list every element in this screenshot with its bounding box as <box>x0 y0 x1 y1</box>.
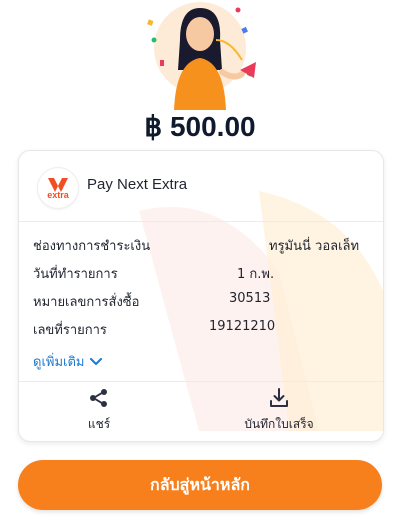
detail-label: วันที่ทำรายการ <box>33 267 118 282</box>
detail-label: เลขที่รายการ <box>33 323 107 338</box>
detail-value: 30513 <box>229 291 271 306</box>
see-more-link[interactable]: ดูเพิ่มเติม <box>33 351 103 372</box>
receipt-actions: แชร์ บันทึกใบเสร็จ <box>19 381 383 441</box>
detail-value: 1 ก.พ. <box>237 267 275 282</box>
chevron-down-icon <box>90 357 103 365</box>
download-icon <box>270 388 288 407</box>
see-more-label: ดูเพิ่มเติม <box>33 355 85 370</box>
merchant-name: Pay Next Extra <box>87 176 188 193</box>
celebrating-woman-illustration <box>147 2 256 110</box>
share-button[interactable]: แชร์ <box>39 387 159 434</box>
share-icon <box>90 389 107 407</box>
share-label: แชร์ <box>87 417 111 431</box>
detail-row-order-number: หมายเลขการสั่งซื้อ 30513 <box>33 291 373 313</box>
divider <box>19 221 383 222</box>
save-receipt-button[interactable]: บันทึกใบเสร็จ <box>219 387 339 434</box>
celebration-illustration <box>0 0 400 110</box>
payment-amount: ฿ 500.00 <box>144 111 256 142</box>
detail-value: ทรูมันนี่ วอลเล็ท <box>269 239 360 254</box>
detail-label: หมายเลขการสั่งซื้อ <box>33 295 140 310</box>
merchant-logo: extra <box>37 167 79 209</box>
save-receipt-label: บันทึกใบเสร็จ <box>244 417 314 431</box>
logo-text: extra <box>47 189 69 200</box>
detail-row-transaction-date: วันที่ทำรายการ 1 ก.พ. <box>33 263 373 285</box>
back-to-home-button[interactable]: กลับสู่หน้าหลัก <box>18 460 382 510</box>
detail-label: ช่องทางการชำระเงิน <box>33 239 151 254</box>
receipt-card: extra Pay Next Extra ช่องทางการชำระเงิน … <box>18 150 384 442</box>
detail-row-reference-number: เลขที่รายการ 19121210 <box>33 319 373 341</box>
merchant-header: extra Pay Next Extra <box>19 151 383 221</box>
detail-row-payment-channel: ช่องทางการชำระเงิน ทรูมันนี่ วอลเล็ท <box>33 235 373 257</box>
detail-value: 19121210 <box>209 319 276 334</box>
